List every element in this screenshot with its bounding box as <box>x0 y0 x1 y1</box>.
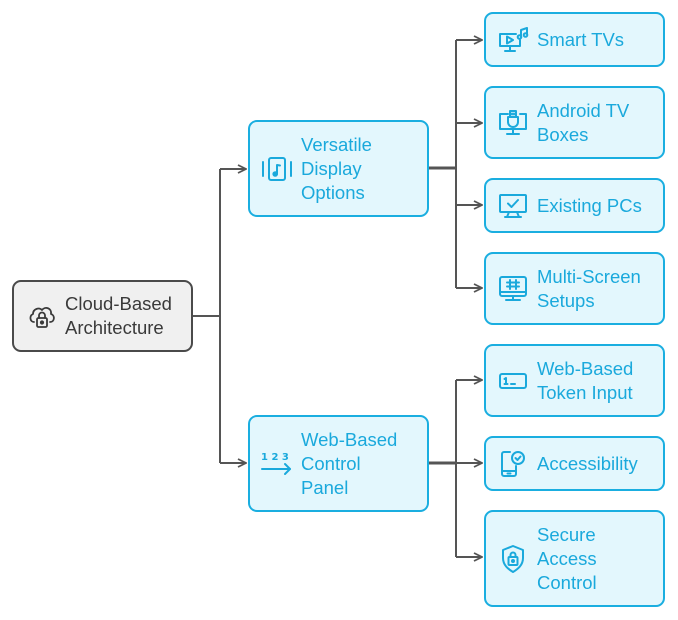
tv-dongle-icon <box>497 108 531 138</box>
node-label: Multi-Screen Setups <box>537 265 641 311</box>
node-android-tv-boxes[interactable]: Android TV Boxes <box>484 86 665 159</box>
node-multi-screen-setups[interactable]: Multi-Screen Setups <box>484 252 665 325</box>
node-label: Android TV Boxes <box>537 99 630 145</box>
node-secure-access-control[interactable]: Secure Access Control <box>484 510 665 607</box>
node-label: Web-Based Control Panel <box>301 428 398 498</box>
numbers-arrow-icon: 1 2 3 <box>261 449 293 479</box>
node-label: Accessibility <box>537 452 638 474</box>
node-label: Smart TVs <box>537 28 625 50</box>
phone-check-icon <box>497 449 531 479</box>
node-web-based-token-input[interactable]: Web-Based Token Input <box>484 344 665 417</box>
smart-tv-icon <box>497 25 531 55</box>
node-label: Existing PCs <box>537 194 642 216</box>
token-input-icon <box>497 366 531 396</box>
svg-text:1 2 3: 1 2 3 <box>261 452 289 463</box>
node-web-based-control-panel[interactable]: 1 2 3 Web-Based Control Panel <box>248 415 429 512</box>
node-label: Cloud-Based Architecture <box>65 293 172 338</box>
monitor-check-icon <box>497 191 531 221</box>
node-smart-tvs[interactable]: Smart TVs <box>484 12 665 67</box>
node-versatile-display-options[interactable]: Versatile Display Options <box>248 120 429 217</box>
node-accessibility[interactable]: Accessibility <box>484 436 665 491</box>
cloud-lock-icon <box>27 301 57 331</box>
monitor-grid-icon <box>497 274 531 304</box>
display-music-icon <box>261 154 293 184</box>
node-label: Web-Based Token Input <box>537 357 634 403</box>
node-label: Secure Access Control <box>537 523 597 593</box>
node-label: Versatile Display Options <box>301 133 372 203</box>
node-existing-pcs[interactable]: Existing PCs <box>484 178 665 233</box>
node-cloud-based-architecture[interactable]: Cloud-Based Architecture <box>12 280 193 352</box>
shield-lock-icon <box>497 543 531 575</box>
